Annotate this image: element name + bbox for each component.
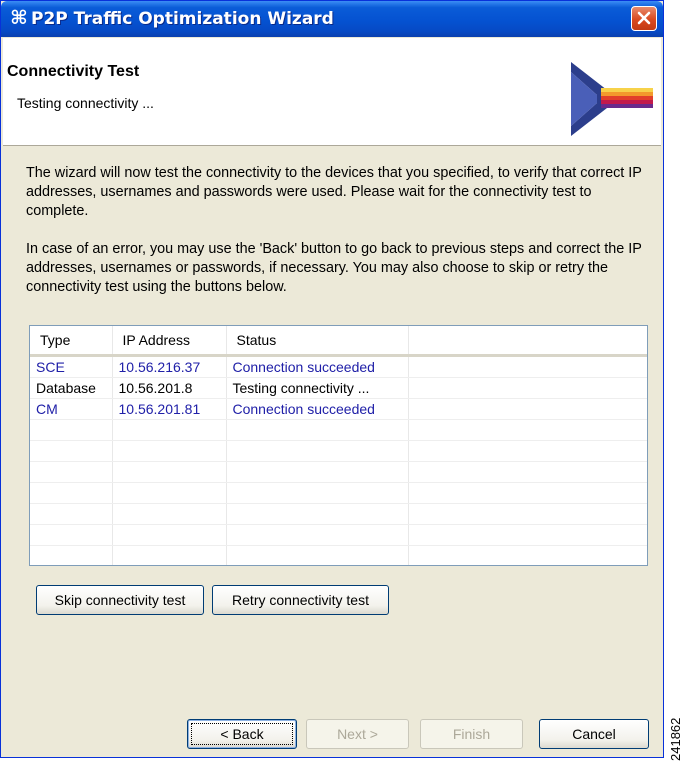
empty-row [30,440,647,462]
cell-ip-address: 10.56.201.8 [112,377,227,399]
cell-ip-address: 10.56.216.37 [112,355,227,378]
empty-row [30,503,647,525]
next-button[interactable]: Next > [306,719,409,749]
title-bar[interactable]: ⌘ P2P Traffic Optimization Wizard [1,1,663,37]
window-title: P2P Traffic Optimization Wizard [31,9,334,29]
cancel-button[interactable]: Cancel [539,719,649,749]
skip-connectivity-test-button[interactable]: Skip connectivity test [36,585,204,615]
close-icon [637,11,651,25]
connectivity-table[interactable]: Type IP Address Status SCE 10.56.216.37 … [29,325,648,566]
cell-filler [408,398,647,420]
table-header-row: Type IP Address Status [30,326,647,357]
empty-row [30,524,647,546]
description: The wizard will now test the connectivit… [26,164,651,297]
header-banner: Connectivity Test Testing connectivity .… [3,38,661,146]
cell-status: Connection succeeded [226,398,409,420]
cell-filler [408,377,647,399]
column-header-status[interactable]: Status [226,326,409,357]
cell-type: SCE [30,355,113,378]
column-header-type[interactable]: Type [30,326,113,357]
description-paragraph-2: In case of an error, you may use the 'Ba… [26,241,642,295]
cell-ip-address: 10.56.201.81 [112,398,227,420]
column-header-filler [408,326,647,357]
table-row[interactable]: Database 10.56.201.8 Testing connectivit… [30,377,647,399]
retry-connectivity-test-button[interactable]: Retry connectivity test [212,585,389,615]
table-row[interactable]: CM 10.56.201.81 Connection succeeded [30,398,647,420]
page-title: Connectivity Test [7,63,140,80]
wizard-banner-icon [571,62,653,136]
cell-status: Testing connectivity ... [226,377,409,399]
figure-id-label: 241862 [668,718,683,761]
app-icon: ⌘ [10,7,28,29]
cell-filler [408,355,647,378]
empty-row [30,461,647,483]
description-paragraph-1: The wizard will now test the connectivit… [26,165,642,219]
cell-type: Database [30,377,113,399]
cell-type: CM [30,398,113,420]
wizard-window: ⌘ P2P Traffic Optimization Wizard Connec… [0,0,664,758]
empty-row [30,419,647,441]
focus-indicator [191,723,293,745]
column-header-ip-address[interactable]: IP Address [112,326,227,357]
empty-row [30,482,647,504]
back-button[interactable]: < Back [187,719,297,749]
close-button[interactable] [631,6,657,31]
page-subtitle: Testing connectivity ... [17,95,154,111]
finish-button[interactable]: Finish [420,719,523,749]
empty-row [30,545,647,565]
figure-id-text: 241862 [668,718,683,761]
table-row[interactable]: SCE 10.56.216.37 Connection succeeded [30,355,647,378]
cell-status: Connection succeeded [226,355,409,378]
